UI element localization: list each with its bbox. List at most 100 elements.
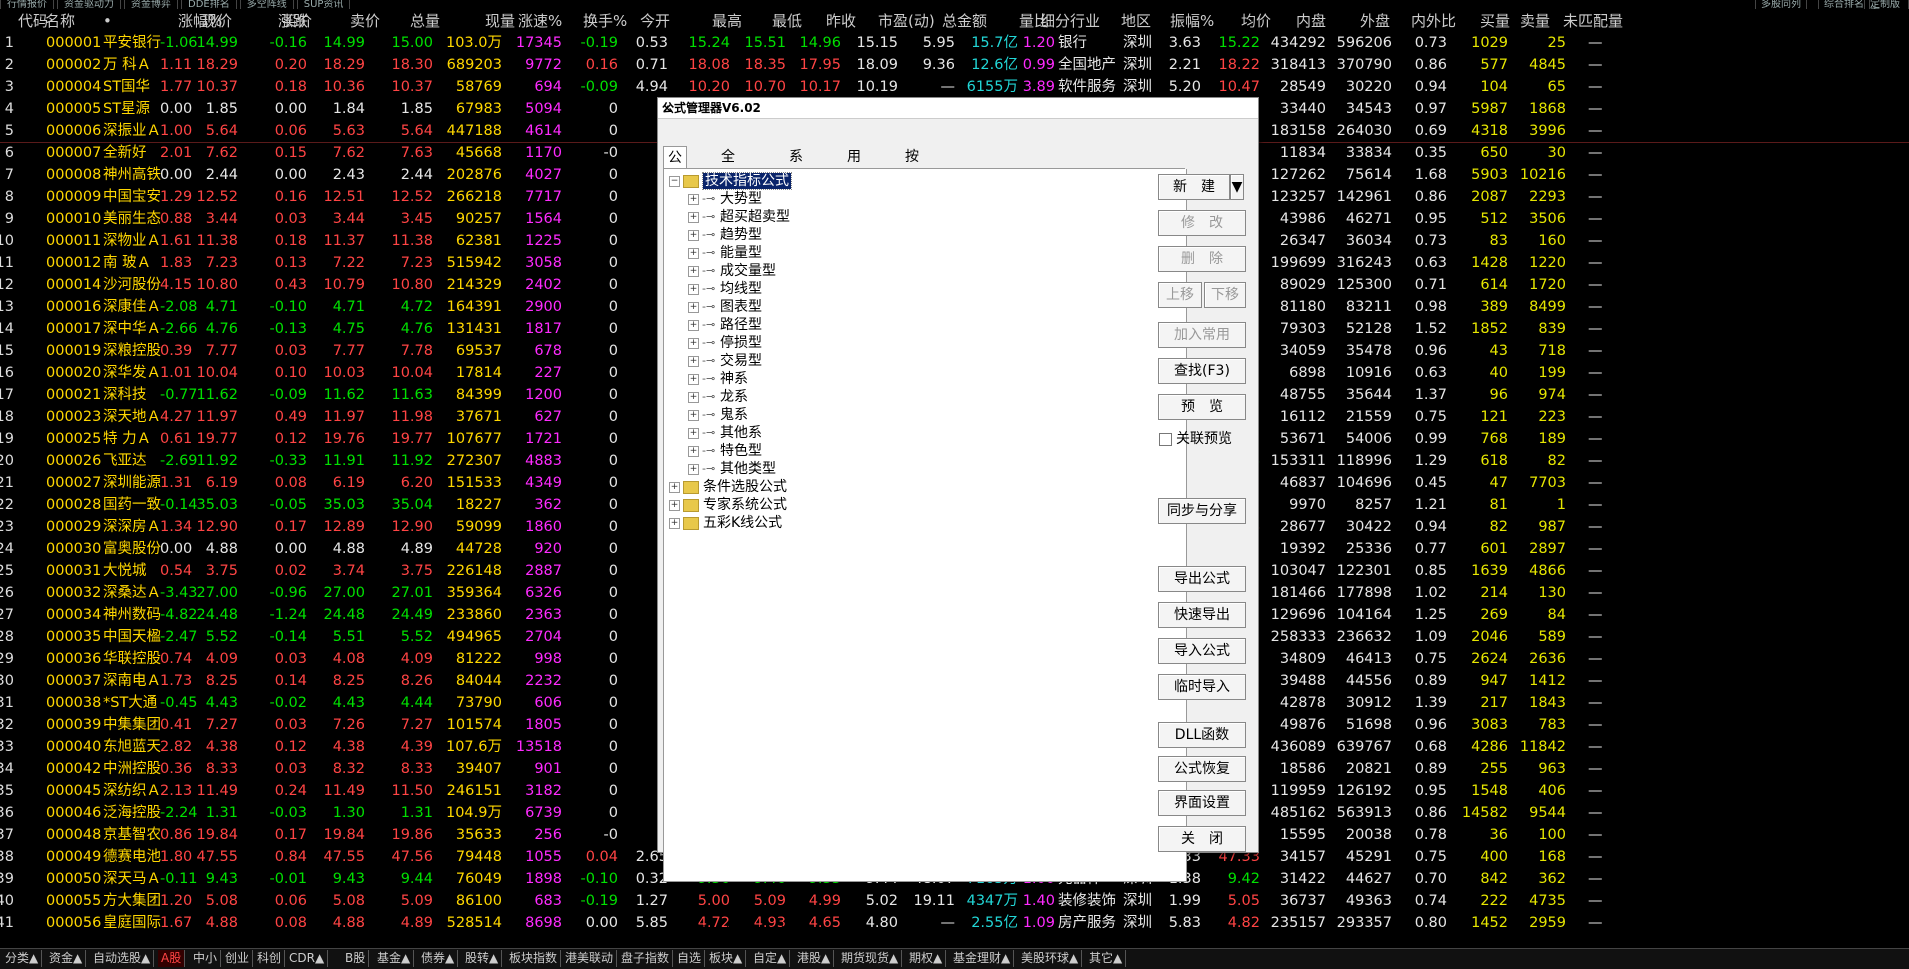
expand-toggle-icon[interactable]: +	[688, 391, 699, 403]
expand-toggle-icon[interactable]: +	[688, 373, 699, 385]
tree-node-label[interactable]: 成交量型	[720, 263, 776, 279]
expand-toggle-icon[interactable]: +	[688, 427, 699, 439]
column-header[interactable]: 名称	[45, 12, 75, 30]
quick-export-button[interactable]: 快速导出	[1158, 602, 1246, 628]
column-header[interactable]: 昨收	[826, 12, 856, 30]
expand-toggle-icon[interactable]: +	[688, 355, 699, 367]
expand-toggle-icon[interactable]: −	[669, 175, 680, 187]
column-header[interactable]: 最高	[712, 12, 742, 30]
top-tab[interactable]: 资金博弈	[124, 0, 178, 9]
column-header[interactable]: 振幅%	[1170, 12, 1214, 30]
tree-node[interactable]: + -⊸ 能量型	[688, 244, 762, 262]
tree-node[interactable]: + -⊸ 龙系	[688, 388, 748, 406]
column-header[interactable]: •	[103, 12, 112, 30]
top-tab[interactable]: 行情报价	[0, 0, 54, 9]
tree-node-label[interactable]: 其他类型	[720, 461, 776, 477]
tree-node-label[interactable]: 趋势型	[720, 227, 762, 243]
expand-toggle-icon[interactable]: +	[688, 301, 699, 313]
tree-node[interactable]: − 技术指标公式	[669, 172, 792, 190]
temp-import-button[interactable]: 临时导入	[1158, 674, 1246, 700]
formula-tree[interactable]: − 技术指标公式 + -⊸ 大势型 + -⊸ 超买超卖型 + -⊸ 趋势型 + -⊸ 能量型 + -⊸ 成交量型…	[663, 169, 1187, 882]
top-right-tab[interactable]: 综合排名	[1818, 0, 1870, 9]
column-header[interactable]: 代码	[18, 12, 48, 30]
tree-node[interactable]: + -⊸ 趋势型	[688, 226, 762, 244]
bottom-tab[interactable]: 基金理财▲	[950, 950, 1015, 967]
table-row[interactable]: 2 000002 万 科Ａ 1.11 18.29 0.20 18.29 18.30 689203…	[0, 54, 1909, 76]
bottom-tab[interactable]: 板块指数	[506, 950, 562, 967]
bottom-tab[interactable]: 基金▲	[374, 950, 415, 967]
formula-restore-button[interactable]: 公式恢复	[1158, 756, 1246, 782]
tree-node[interactable]: + -⊸ 图表型	[688, 298, 762, 316]
top-tab[interactable]: DDE排名	[181, 0, 237, 9]
tree-node[interactable]: + -⊸ 鬼系	[688, 406, 748, 424]
tree-node[interactable]: + 条件选股公式	[669, 478, 787, 496]
tree-node[interactable]: + -⊸ 其他系	[688, 424, 762, 442]
top-tab[interactable]: 资金驱动力	[57, 0, 121, 9]
top-right-tab[interactable]: 定制版面	[1864, 0, 1909, 9]
tree-node-label[interactable]: 图表型	[720, 299, 762, 315]
tab-formula-group[interactable]: 公式组	[663, 146, 687, 210]
tree-node-label[interactable]: 大势型	[720, 191, 762, 207]
find-button[interactable]: 查找(F3)	[1158, 358, 1246, 384]
linked-preview-checkbox[interactable]: 关联预览	[1159, 430, 1232, 448]
column-header[interactable]: 涨速%	[518, 12, 562, 30]
tree-node-label[interactable]: 条件选股公式	[703, 479, 787, 495]
new-dropdown-arrow[interactable]: ▼	[1230, 174, 1244, 200]
bottom-tab[interactable]: 美股环球▲	[1018, 950, 1083, 967]
bottom-tab[interactable]: 其它▲	[1086, 950, 1127, 967]
dll-function-button[interactable]: DLL函数	[1158, 722, 1246, 748]
column-header[interactable]: 现量	[485, 12, 515, 30]
bottom-tab[interactable]: 自动选股▲	[90, 950, 155, 967]
column-header[interactable]: 现价	[202, 12, 232, 30]
tree-node[interactable]: + -⊸ 均线型	[688, 280, 762, 298]
tab-system[interactable]: 系统	[785, 146, 807, 187]
expand-toggle-icon[interactable]: +	[688, 463, 699, 475]
tab-all[interactable]: 全部	[717, 146, 739, 187]
bottom-tab[interactable]: 中小	[190, 950, 222, 967]
tab-by-date-frequency[interactable]: 按日期频度	[901, 146, 923, 253]
column-header[interactable]: 买量	[1480, 12, 1510, 30]
column-header[interactable]: 买价	[282, 12, 312, 30]
preview-button[interactable]: 预 览	[1158, 394, 1246, 420]
column-header[interactable]: 细分行业	[1040, 12, 1100, 30]
bottom-tab[interactable]: 股转▲	[462, 950, 503, 967]
import-formula-button[interactable]: 导入公式	[1158, 638, 1246, 664]
tree-node[interactable]: + -⊸ 交易型	[688, 352, 762, 370]
tree-node[interactable]: + -⊸ 路径型	[688, 316, 762, 334]
delete-button[interactable]: 删 除	[1158, 246, 1246, 272]
top-tab[interactable]: 多空阵线	[239, 0, 294, 9]
column-header[interactable]: 地区	[1121, 12, 1151, 30]
tree-node-label[interactable]: 停损型	[720, 335, 762, 351]
bottom-tab[interactable]: 资金▲	[46, 950, 87, 967]
expand-toggle-icon[interactable]: +	[688, 247, 699, 259]
column-header[interactable]: 外盘	[1360, 12, 1390, 30]
column-header[interactable]: 内盘	[1296, 12, 1326, 30]
modify-button[interactable]: 修 改	[1158, 210, 1246, 236]
tree-node[interactable]: + 五彩K线公式	[669, 514, 782, 532]
tree-node-label[interactable]: 技术指标公式	[702, 172, 792, 190]
expand-toggle-icon[interactable]: +	[688, 409, 699, 421]
tree-node-label[interactable]: 五彩K线公式	[703, 515, 782, 531]
expand-toggle-icon[interactable]: +	[688, 193, 699, 205]
expand-toggle-icon[interactable]: +	[688, 265, 699, 277]
column-header[interactable]: 今开	[640, 12, 670, 30]
add-common-button[interactable]: 加入常用	[1158, 322, 1246, 348]
bottom-tab[interactable]: 科创	[254, 950, 286, 967]
tree-node-label[interactable]: 均线型	[720, 281, 762, 297]
bottom-tab[interactable]: 盘子指数	[618, 950, 674, 967]
bottom-tab[interactable]: 债券▲	[418, 950, 459, 967]
bottom-tab[interactable]: B股	[342, 950, 370, 967]
ui-settings-button[interactable]: 界面设置	[1158, 790, 1246, 816]
forum-link[interactable]: 访问通达信公式讨论区	[668, 924, 808, 942]
column-header[interactable]: 换手%	[583, 12, 627, 30]
column-header[interactable]: 卖价	[350, 12, 380, 30]
new-button[interactable]: 新 建	[1158, 174, 1230, 200]
tree-node[interactable]: + -⊸ 神系	[688, 370, 748, 388]
move-down-button[interactable]: 下移	[1204, 282, 1246, 308]
tree-node-label[interactable]: 其他系	[720, 425, 762, 441]
tree-node-label[interactable]: 交易型	[720, 353, 762, 369]
top-right-tab[interactable]: 多股同列	[1755, 0, 1807, 9]
bottom-tab[interactable]: A股	[158, 950, 186, 967]
table-row[interactable]: 41 000056 皇庭国际 1.67 4.88 0.08 4.88 4.89 528514 86…	[0, 912, 1909, 934]
bottom-tab[interactable]: 期货现货▲	[838, 950, 903, 967]
